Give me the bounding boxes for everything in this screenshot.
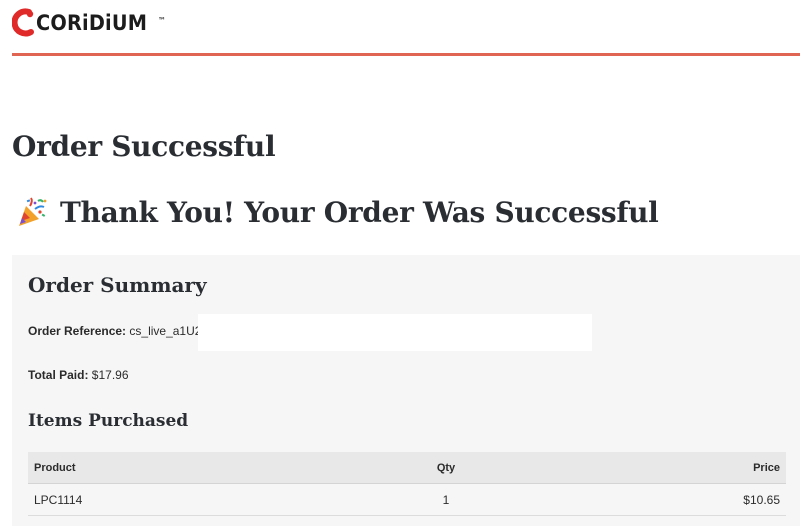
- order-reference-label: Order Reference:: [28, 324, 127, 338]
- header-divider: [12, 53, 800, 56]
- table-header-row: Product Qty Price: [28, 452, 786, 484]
- thank-you-heading: Thank You! Your Order Was Successful: [16, 196, 659, 229]
- site-header: CORiDiUM ™: [0, 0, 800, 58]
- column-header-qty: Qty: [340, 452, 552, 484]
- party-popper-icon: [19, 196, 47, 226]
- redaction-box: [198, 314, 592, 351]
- total-paid-value: $17.96: [91, 368, 129, 382]
- order-summary-panel: Order Summary Order Reference: cs_live_a…: [12, 255, 800, 526]
- total-paid: Total Paid: $17.96: [28, 368, 129, 382]
- table-row: LPC1114 1 $10.65: [28, 483, 786, 516]
- logo-text: CORiDiUM: [36, 11, 148, 35]
- thank-you-text: Thank You! Your Order Was Successful: [60, 196, 659, 229]
- product-cell: LPC1114: [28, 483, 340, 516]
- column-header-product: Product: [28, 452, 340, 484]
- order-summary-title: Order Summary: [28, 273, 207, 297]
- trademark-symbol: ™: [157, 15, 166, 25]
- logo-mark-icon: [12, 8, 34, 37]
- coridium-logo[interactable]: CORiDiUM ™: [12, 6, 166, 40]
- total-paid-label: Total Paid:: [28, 368, 89, 382]
- items-table: Product Qty Price LPC1114 1 $10.65: [28, 452, 786, 516]
- qty-cell: 1: [340, 483, 552, 516]
- items-purchased-title: Items Purchased: [28, 411, 189, 431]
- order-reference-value: cs_live_a1U2: [129, 324, 202, 338]
- column-header-price: Price: [552, 452, 786, 484]
- page-title: Order Successful: [12, 130, 276, 163]
- order-reference: Order Reference: cs_live_a1U2: [28, 324, 201, 338]
- price-cell: $10.65: [552, 483, 786, 516]
